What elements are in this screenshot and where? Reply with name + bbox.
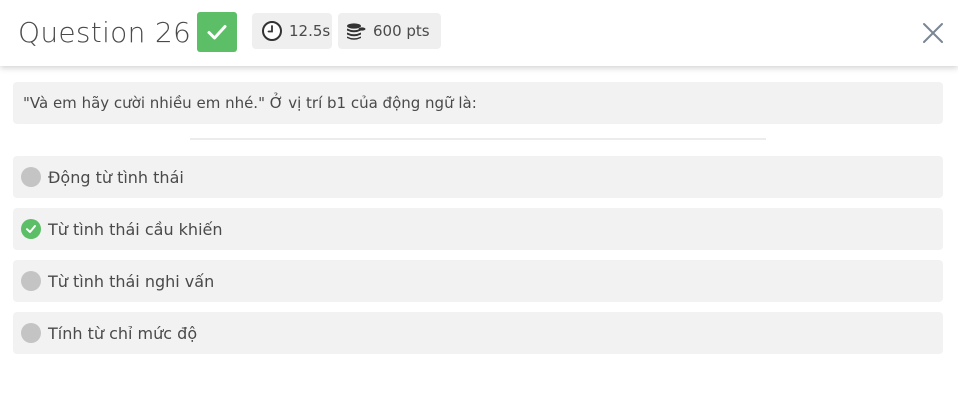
- close-button[interactable]: [918, 18, 948, 48]
- divider: [190, 138, 766, 140]
- question-text: "Và em hãy cười nhiều em nhé." Ở vị trí …: [23, 94, 477, 112]
- correct-check-icon: [21, 219, 41, 239]
- correct-badge: [197, 12, 237, 52]
- radio-unselected-icon: [21, 167, 41, 187]
- time-pill: 12.5s: [252, 13, 332, 49]
- answer-option-label: Tính từ chỉ mức độ: [48, 323, 198, 343]
- question-header: Question 26 12.5s 600 pts: [0, 0, 958, 66]
- time-value: 12.5s: [289, 22, 331, 40]
- points-value: 600 pts: [373, 22, 430, 40]
- answer-option-label: Từ tình thái cầu khiến: [48, 219, 223, 239]
- coins-icon: [344, 19, 368, 43]
- radio-unselected-icon: [21, 323, 41, 343]
- answer-option-label: Từ tình thái nghi vấn: [48, 271, 215, 291]
- question-title: Question 26: [18, 16, 192, 49]
- answer-option[interactable]: Động từ tình thái: [13, 156, 943, 198]
- answer-option-label: Động từ tình thái: [48, 167, 184, 187]
- points-pill: 600 pts: [338, 13, 441, 49]
- radio-unselected-icon: [21, 271, 41, 291]
- clock-icon: [260, 19, 284, 43]
- answer-option[interactable]: Từ tình thái nghi vấn: [13, 260, 943, 302]
- answer-option-correct[interactable]: Từ tình thái cầu khiến: [13, 208, 943, 250]
- answer-option[interactable]: Tính từ chỉ mức độ: [13, 312, 943, 354]
- question-text-box: "Và em hãy cười nhiều em nhé." Ở vị trí …: [13, 82, 943, 124]
- close-icon: [923, 23, 943, 43]
- checkmark-icon: [207, 25, 227, 40]
